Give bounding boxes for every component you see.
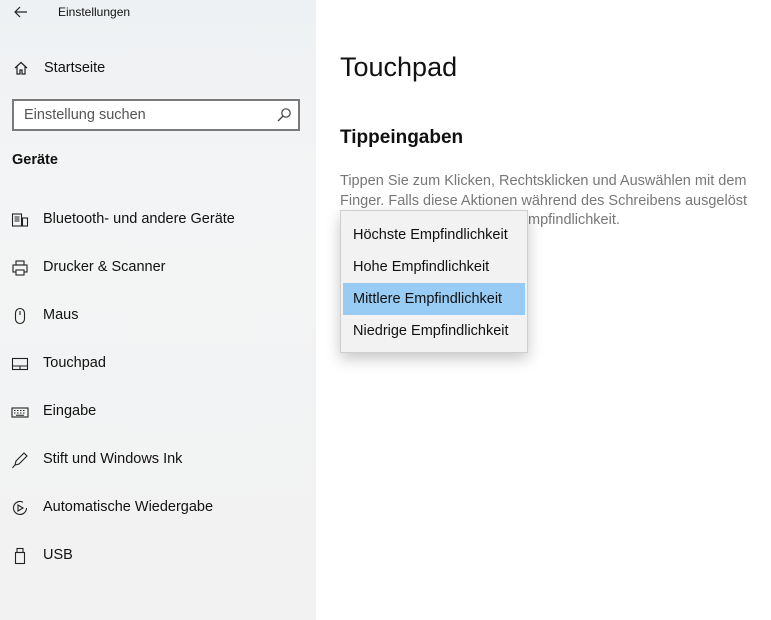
sidebar-item-pen[interactable]: Stift und Windows Ink [0,440,316,480]
search-icon[interactable] [276,107,292,123]
title-bar: Einstellungen [0,0,316,26]
page-title: Touchpad [340,52,458,82]
section-title: Tippeingaben [340,127,464,148]
back-button[interactable] [10,2,32,22]
sidebar-item-label: Stift und Windows Ink [43,451,183,467]
sidebar-item-label: Eingabe [43,403,97,419]
search-input[interactable] [14,101,264,129]
sidebar-item-mouse[interactable]: Maus [0,296,316,336]
mouse-icon [11,307,29,325]
home-icon [13,60,29,76]
pen-icon [11,451,29,469]
sidebar-item-label: Maus [43,307,79,323]
sidebar-item-bluetooth[interactable]: Bluetooth- und andere Geräte [0,200,316,240]
sidebar-item-label: Automatische Wiedergabe [43,499,214,515]
sidebar-item-label: Drucker & Scanner [43,259,166,275]
sidebar-item-usb[interactable]: USB [0,536,316,576]
app-title: Einstellungen [58,5,131,19]
dropdown-option-selected[interactable]: Mittlere Empfindlichkeit [343,283,525,315]
autoplay-icon [11,499,29,517]
sidebar-item-label: USB [43,547,73,563]
back-arrow-icon [14,6,28,18]
sidebar-item-autoplay[interactable]: Automatische Wiedergabe [0,488,316,528]
section-heading: Geräte [12,152,58,168]
description-line: Tippen Sie zum Klicken, Rechtsklicken un… [340,173,747,189]
sidebar-item-touchpad[interactable]: Touchpad [0,344,316,384]
touchpad-icon [11,355,29,373]
dropdown-option[interactable]: Niedrige Empfindlichkeit [343,315,525,347]
description-line: Finger. Falls diese Aktionen während des… [340,192,748,209]
dropdown-option[interactable]: Höchste Empfindlichkeit [343,219,525,251]
printer-icon [11,259,29,277]
bluetooth-devices-icon [11,211,29,229]
sidebar-item-home[interactable]: Startseite [0,52,316,84]
dropdown-option[interactable]: Hohe Empfindlichkeit [343,251,525,283]
home-label: Startseite [44,60,106,76]
usb-icon [11,547,29,565]
sidebar-item-typing[interactable]: Eingabe [0,392,316,432]
sidebar-item-label: Touchpad [43,355,106,371]
sidebar-item-printers[interactable]: Drucker & Scanner [0,248,316,288]
keyboard-icon [11,403,29,421]
sidebar: Einstellungen Startseite Geräte Bluetoot… [0,0,316,620]
search-box[interactable] [12,99,300,131]
sidebar-item-label: Bluetooth- und andere Geräte [43,211,235,227]
sensitivity-dropdown-list[interactable]: Höchste Empfindlichkeit Hohe Empfindlich… [340,210,528,353]
